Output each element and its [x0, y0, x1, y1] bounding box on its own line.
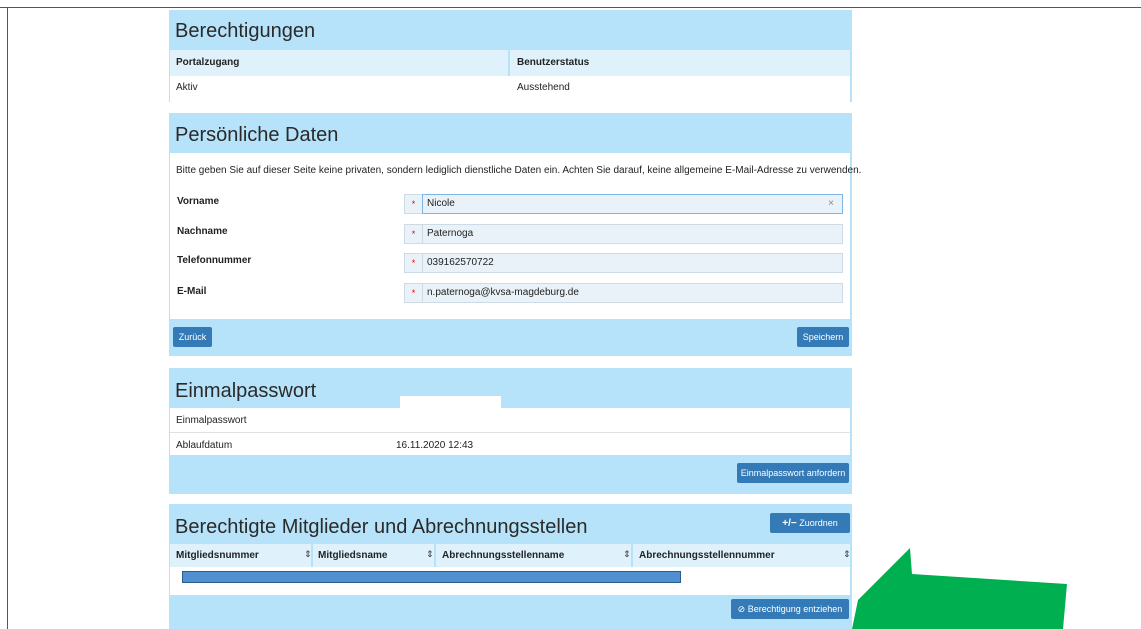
vorname-value: Nicole [427, 198, 455, 209]
clear-icon[interactable]: × [828, 195, 834, 213]
cell-benutzerstatus: Ausstehend [517, 82, 570, 93]
vorname-label: Vorname [177, 196, 220, 207]
column-header-abrechnungsstellenname[interactable]: Abrechnungsstellenname [442, 550, 564, 561]
cell-portalzugang: Aktiv [176, 82, 198, 93]
berechtigungen-table: Portalzugang Benutzerstatus Aktiv Ausste… [170, 50, 850, 107]
info-text: Bitte geben Sie auf dieser Seite keine p… [176, 165, 862, 176]
assign-button[interactable]: +/− Zuordnen [770, 513, 850, 533]
nachname-label: Nachname [177, 226, 228, 237]
table-header: Mitgliedsnummer ⇕ Mitgliedsname ⇕ Abrech… [170, 544, 851, 568]
plus-minus-icon: +/− [782, 518, 797, 529]
required-marker: * [404, 253, 422, 273]
redacted-table-row [182, 571, 681, 583]
mitglieder-table: Mitgliedsnummer ⇕ Mitgliedsname ⇕ Abrech… [170, 544, 851, 595]
mitglieder-title: Berechtigte Mitglieder und Abrechnungsst… [175, 516, 588, 538]
assign-label: Zuordnen [799, 518, 838, 528]
einmalpasswort-row-label: Einmalpasswort [176, 415, 247, 426]
column-divider [508, 50, 510, 76]
ablaufdatum-label: Ablaufdatum [176, 440, 233, 451]
einmalpasswort-table: Einmalpasswort Ablaufdatum 16.11.2020 12… [170, 408, 850, 455]
arrow-shape [852, 548, 1067, 629]
column-divider [311, 544, 313, 567]
revoke-label: Berechtigung entziehen [747, 604, 843, 614]
column-header-mitgliedsnummer[interactable]: Mitgliedsnummer [176, 550, 259, 561]
required-marker: * [404, 283, 422, 303]
ablaufdatum-value: 16.11.2020 12:43 [396, 440, 474, 451]
persoenliche-daten-form: Bitte geben Sie auf dieser Seite keine p… [170, 153, 861, 319]
nachname-value: Paternoga [427, 228, 474, 239]
column-header-portalzugang: Portalzugang [176, 57, 240, 68]
email-label: E-Mail [177, 286, 207, 297]
save-button[interactable]: Speichern [797, 327, 849, 347]
berechtigungen-panel: Berechtigungen Portalzugang Benutzerstat… [169, 10, 852, 107]
column-header-mitgliedsname[interactable]: Mitgliedsname [318, 550, 387, 561]
row-divider [170, 432, 850, 433]
green-arrow-annotation [852, 548, 1067, 629]
email-input[interactable]: n.paternoga@kvsa-magdeburg.de [422, 283, 843, 303]
hidden-password-area [400, 396, 501, 408]
sort-icon[interactable]: ⇕ [623, 549, 631, 560]
sort-icon[interactable]: ⇕ [426, 549, 434, 560]
table-header: Portalzugang Benutzerstatus [170, 50, 850, 77]
required-marker: * [404, 224, 422, 244]
mitglieder-panel: Berechtigte Mitglieder und Abrechnungsst… [169, 504, 852, 629]
column-header-abrechnungsstellennummer[interactable]: Abrechnungsstellennummer [639, 550, 775, 561]
window-top-border [0, 7, 1141, 8]
back-button[interactable]: Zurück [173, 327, 212, 347]
ban-icon: ⊘ [737, 604, 746, 614]
vorname-input[interactable]: Nicole × [422, 194, 843, 214]
persoenliche-daten-title: Persönliche Daten [175, 124, 339, 146]
telefonnummer-label: Telefonnummer [177, 255, 252, 266]
revoke-permission-button[interactable]: ⊘ Berechtigung entziehen [731, 599, 849, 619]
persoenliche-daten-panel: Persönliche Daten Bitte geben Sie auf di… [169, 113, 861, 356]
request-password-button[interactable]: Einmalpasswort anfordern [737, 463, 849, 483]
telefonnummer-value: 039162570722 [427, 257, 494, 268]
column-divider [631, 544, 633, 567]
column-header-benutzerstatus: Benutzerstatus [517, 57, 590, 68]
telefonnummer-input[interactable]: 039162570722 [422, 253, 843, 273]
email-value: n.paternoga@kvsa-magdeburg.de [427, 287, 579, 298]
einmalpasswort-title: Einmalpasswort [175, 380, 317, 402]
window-left-border [7, 7, 8, 629]
einmalpasswort-panel: Einmalpasswort Einmalpasswort Ablaufdatu… [169, 368, 852, 494]
berechtigungen-title: Berechtigungen [175, 20, 316, 42]
required-marker: * [404, 194, 422, 214]
column-divider [434, 544, 436, 567]
nachname-input[interactable]: Paternoga [422, 224, 843, 244]
